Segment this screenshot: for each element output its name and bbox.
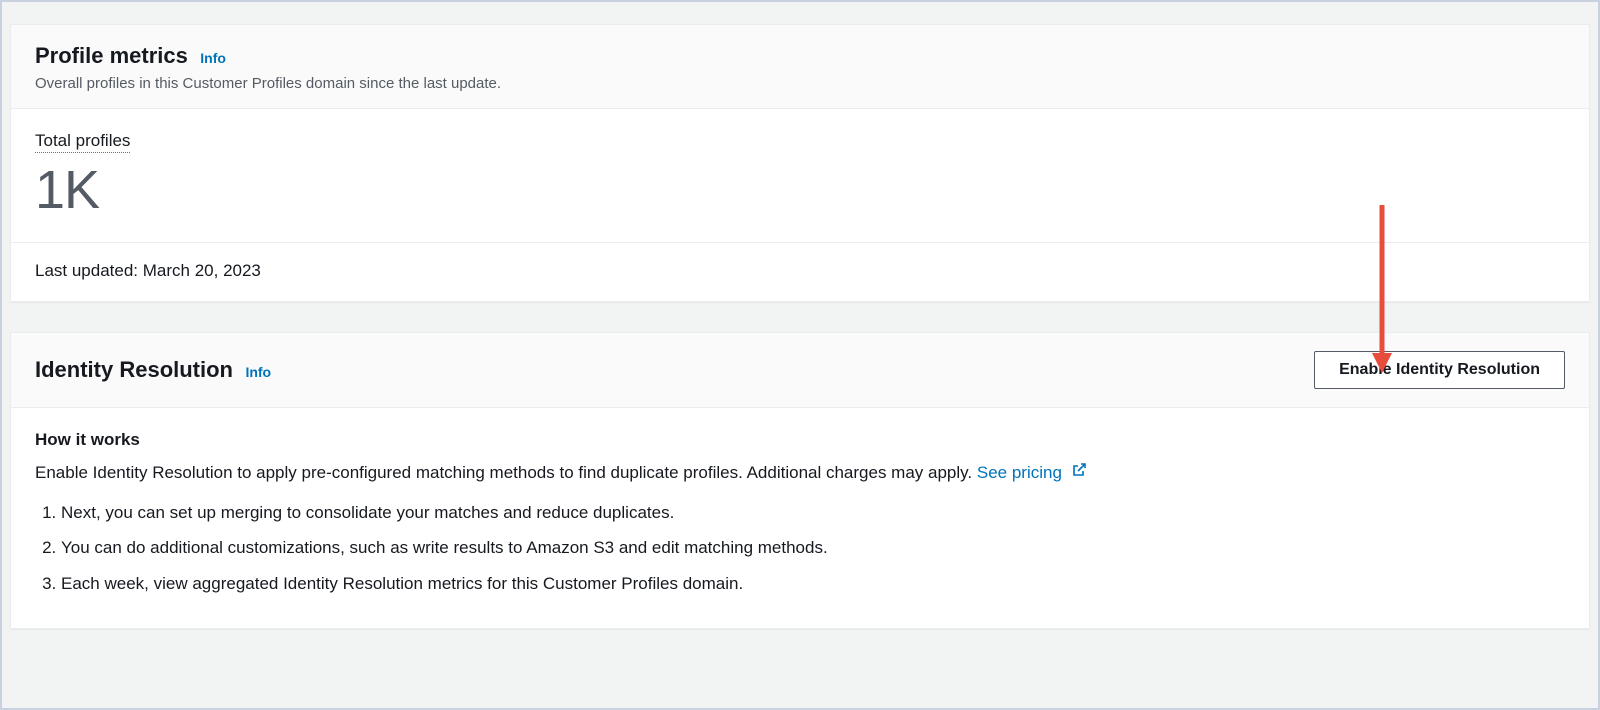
see-pricing-link[interactable]: See pricing xyxy=(977,463,1087,482)
step-item: Each week, view aggregated Identity Reso… xyxy=(61,571,1565,597)
identity-resolution-description: Enable Identity Resolution to apply pre-… xyxy=(35,460,1565,486)
profile-metrics-title: Profile metrics xyxy=(35,43,188,69)
identity-resolution-body: How it works Enable Identity Resolution … xyxy=(11,408,1589,628)
see-pricing-link-text: See pricing xyxy=(977,463,1062,482)
profile-metrics-header: Profile metrics Info Overall profiles in… xyxy=(11,25,1589,109)
total-profiles-value: 1K xyxy=(35,161,1565,220)
how-it-works-heading: How it works xyxy=(35,430,1565,450)
profile-metrics-panel: Profile metrics Info Overall profiles in… xyxy=(10,24,1590,302)
total-profiles-label: Total profiles xyxy=(35,131,130,153)
identity-resolution-description-text: Enable Identity Resolution to apply pre-… xyxy=(35,463,977,482)
page-container: Profile metrics Info Overall profiles in… xyxy=(6,24,1594,629)
identity-resolution-header: Identity Resolution Info Enable Identity… xyxy=(11,333,1589,408)
identity-resolution-steps: Next, you can set up merging to consolid… xyxy=(35,500,1565,597)
enable-identity-resolution-button[interactable]: Enable Identity Resolution xyxy=(1314,351,1565,389)
last-updated-text: Last updated: March 20, 2023 xyxy=(35,261,261,280)
profile-metrics-body: Total profiles 1K xyxy=(11,109,1589,242)
step-item: You can do additional customizations, su… xyxy=(61,535,1565,561)
identity-resolution-panel: Identity Resolution Info Enable Identity… xyxy=(10,332,1590,629)
profile-metrics-info-link[interactable]: Info xyxy=(200,50,226,66)
identity-resolution-info-link[interactable]: Info xyxy=(245,364,271,380)
identity-resolution-title: Identity Resolution xyxy=(35,357,233,383)
profile-metrics-subtitle: Overall profiles in this Customer Profil… xyxy=(35,75,1565,92)
step-item: Next, you can set up merging to consolid… xyxy=(61,500,1565,526)
profile-metrics-footer: Last updated: March 20, 2023 xyxy=(11,242,1589,301)
external-link-icon xyxy=(1071,460,1087,486)
